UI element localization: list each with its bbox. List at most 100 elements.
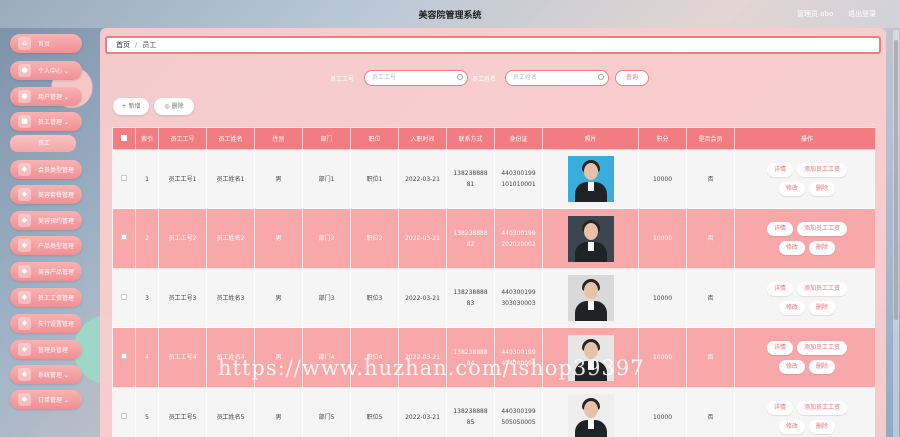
main-panel: 首页 / 员工 员工工号 员工姓名 查询 + 新增 ◎ 删除 — [100, 28, 886, 437]
staff-name-cell: 员工姓名1 — [206, 149, 255, 209]
edit-button[interactable]: 修改 — [778, 241, 805, 255]
add-salary-button[interactable]: 添加员工工资 — [797, 341, 848, 355]
staff-table: 索引 员工工号 员工姓名 性别 部门 职位 入职时间 联系方式 身份证 照片 积… — [112, 127, 875, 437]
photo-collar — [587, 241, 594, 251]
sidebar-item-label: 美容预约管理 — [38, 218, 75, 225]
row-delete-button[interactable]: 删除 — [809, 419, 836, 434]
column-header: 职位 — [350, 127, 399, 150]
query-button[interactable]: 查询 — [615, 70, 649, 86]
sidebar-item-beauty-product[interactable]: ◆ 美容产品管理 — [10, 262, 82, 281]
id-line-2: 101010001 — [501, 181, 536, 188]
row-checkbox[interactable] — [121, 412, 127, 419]
table-row: 1 员工工号1 员工姓名1 男 部门1 职位1 2022-03-21 13823… — [112, 149, 875, 209]
staff-no-input[interactable] — [372, 71, 456, 84]
sidebar-item-staff-management[interactable]: ■ 员工管理 ⌄ — [10, 112, 82, 131]
sidebar-item-appointment[interactable]: ◆ 美容预约管理 — [10, 211, 82, 230]
row-delete-button[interactable]: 删除 — [809, 360, 836, 374]
staff-icon: ■ — [18, 115, 31, 128]
search-label-staff-name: 员工姓名 — [472, 76, 497, 83]
staff-no-cell: 员工工号3 — [158, 268, 207, 328]
id-line-1: 440300199 — [501, 289, 536, 296]
sidebar-item-home[interactable]: ⌂ 首页 — [10, 34, 82, 53]
dept-cell: 部门3 — [302, 268, 351, 328]
search-box-staff-no — [364, 70, 468, 86]
staff-name-cell: 员工姓名3 — [206, 268, 255, 328]
add-salary-button[interactable]: 添加员工工资 — [797, 281, 848, 296]
points-cell: 10000 — [638, 208, 687, 269]
phone-cell: 138238888 83 — [446, 268, 495, 328]
gender-cell: 男 — [254, 327, 303, 388]
table-row: 5 员工工号5 员工姓名5 男 部门5 职位5 2022-03-21 13823… — [112, 387, 875, 437]
add-salary-button[interactable]: 添加员工工资 — [797, 162, 848, 177]
hire-date-cell: 2022-03-21 — [398, 387, 447, 437]
photo-cell — [542, 149, 639, 209]
column-header: 身份证 — [494, 127, 543, 150]
sidebar-item-personal-center[interactable]: ● 个人中心 ⌄ — [10, 61, 82, 80]
gender-cell: 男 — [254, 149, 303, 209]
select-all-checkbox[interactable] — [121, 134, 127, 141]
id-card-cell: 440300199 202020002 — [494, 208, 543, 269]
package-icon: ◆ — [18, 188, 31, 201]
sidebar-item-salary[interactable]: ◆ 员工工资管理 — [10, 288, 82, 307]
home-icon: ⌂ — [18, 37, 31, 50]
photo-collar — [587, 420, 594, 429]
column-header: 入职时间 — [398, 127, 447, 150]
index-cell: 2 — [135, 208, 159, 269]
id-line-2: 404040004 — [501, 359, 536, 367]
member-cell: 否 — [686, 208, 735, 269]
row-delete-button[interactable]: 删除 — [809, 241, 836, 255]
edit-button[interactable]: 修改 — [778, 360, 805, 374]
photo-collar — [587, 182, 594, 191]
delete-button[interactable]: ◎ 删除 — [154, 98, 194, 115]
row-checkbox[interactable] — [121, 234, 127, 240]
sidebar-item-label: 美容套餐管理 — [38, 192, 75, 199]
column-header: 操作 — [734, 127, 875, 150]
add-salary-button[interactable]: 添加员工工资 — [797, 400, 848, 415]
detail-button[interactable]: 详情 — [766, 281, 793, 296]
column-header: 索引 — [135, 127, 159, 150]
id-card-cell: 440300199 505050005 — [494, 387, 543, 437]
add-salary-button[interactable]: 添加员工工资 — [797, 222, 848, 236]
row-checkbox[interactable] — [121, 293, 127, 300]
edit-button[interactable]: 修改 — [778, 419, 805, 434]
photo-face — [583, 222, 598, 240]
scrollbar-thumb[interactable] — [894, 40, 898, 320]
staff-no-cell: 员工工号4 — [158, 327, 207, 388]
staff-name-input[interactable] — [513, 71, 597, 84]
actions-cell: 详情 添加员工工资修改 删除 — [734, 387, 875, 437]
add-button[interactable]: + 新增 — [113, 98, 149, 115]
row-select-cell — [112, 149, 136, 209]
row-delete-button[interactable]: 删除 — [809, 300, 836, 315]
sidebar-item-system[interactable]: ◆ 系统管理 ⌄ — [10, 365, 82, 384]
detail-button[interactable]: 详情 — [766, 341, 793, 355]
dept-cell: 部门1 — [302, 149, 351, 209]
sidebar-item-user-management[interactable]: ● 用户管理 ⌄ — [10, 87, 82, 106]
edit-button[interactable]: 修改 — [778, 181, 805, 196]
row-checkbox[interactable] — [121, 174, 127, 181]
order-icon: ◆ — [18, 393, 31, 406]
id-line-2: 505050005 — [501, 419, 536, 426]
sidebar-item-orders[interactable]: ◆ 订单管理 ⌄ — [10, 390, 82, 409]
breadcrumb: 首页 / 员工 — [105, 36, 881, 54]
staff-no-cell: 员工工号1 — [158, 149, 207, 209]
sidebar-item-settings[interactable]: ◆ 失行设置管理 — [10, 314, 82, 333]
row-checkbox[interactable] — [121, 353, 127, 359]
photo-cell — [542, 387, 639, 437]
phone-line-2: 84 — [466, 359, 475, 367]
logout-link[interactable]: 退出登录 — [848, 9, 876, 19]
detail-button[interactable]: 详情 — [766, 222, 793, 236]
breadcrumb-home[interactable]: 首页 — [116, 40, 130, 50]
position-cell: 职位4 — [350, 327, 399, 388]
sidebar-subitem-staff[interactable]: 员工 — [10, 135, 76, 152]
detail-button[interactable]: 详情 — [766, 162, 793, 177]
row-select-cell — [112, 387, 136, 437]
staff-name-cell: 员工姓名4 — [206, 327, 255, 388]
row-delete-button[interactable]: 删除 — [809, 181, 836, 196]
detail-button[interactable]: 详情 — [766, 400, 793, 415]
edit-button[interactable]: 修改 — [778, 300, 805, 315]
sidebar-item-product-type[interactable]: ◆ 产品类型管理 — [10, 236, 82, 255]
sidebar-item-admin[interactable]: ◆ 管理员管理 — [10, 340, 82, 359]
sidebar-item-beauty-package[interactable]: ◆ 美容套餐管理 — [10, 185, 82, 204]
index-cell: 3 — [135, 268, 159, 328]
sidebar-item-member-type[interactable]: ◆ 会员类型管理 — [10, 160, 82, 179]
